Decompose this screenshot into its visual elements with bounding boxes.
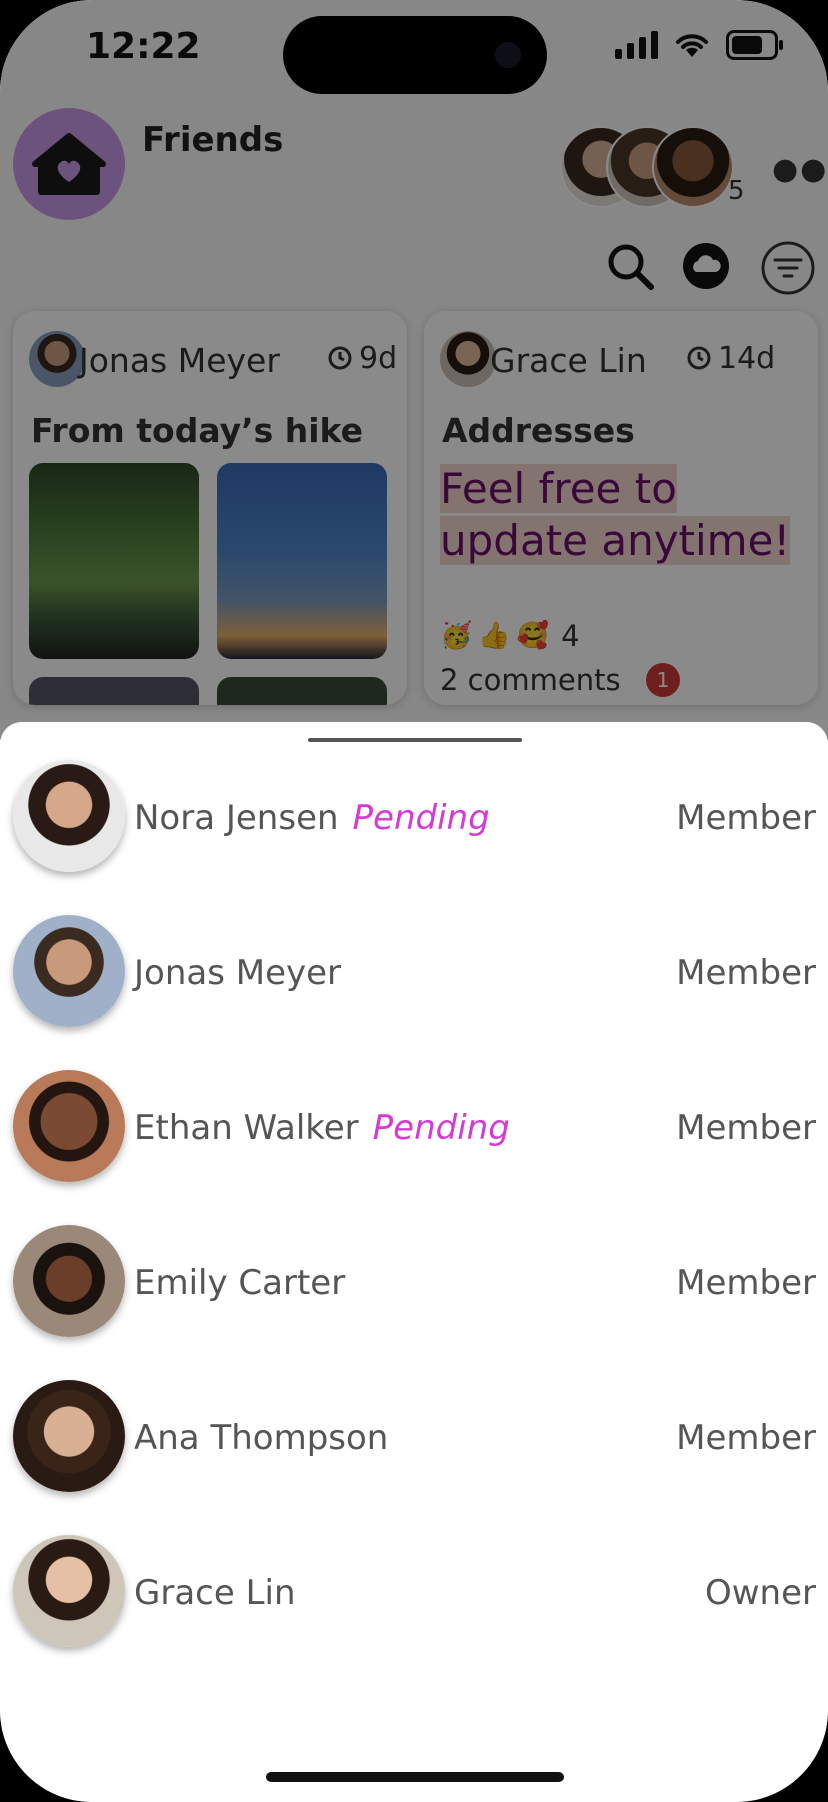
members-sheet: Nora Jensen Pending Member Jonas Meyer Me… [0,722,828,1802]
member-name: Grace Lin [134,1573,296,1613]
member-role: Member [676,1418,816,1458]
member-row[interactable]: Nora Jensen Pending Member [0,722,828,872]
pending-label: Pending [372,1108,510,1148]
avatar [13,1380,125,1492]
avatar [13,915,125,1027]
avatar [13,1535,125,1647]
member-name: Nora Jensen Pending [134,798,490,838]
member-name: Ana Thompson [134,1418,389,1458]
member-row[interactable]: Ana Thompson Member [0,1342,828,1492]
member-role: Member [676,1108,816,1148]
member-row[interactable]: Grace Lin Owner [0,1497,828,1647]
member-role: Member [676,953,816,993]
avatar [13,1070,125,1182]
member-name: Jonas Meyer [134,953,342,993]
home-indicator[interactable] [266,1772,564,1782]
member-row[interactable]: Jonas Meyer Member [0,877,828,1027]
member-role: Member [676,1263,816,1303]
avatar [13,1225,125,1337]
member-name: Emily Carter [134,1263,346,1303]
modal-overlay[interactable] [0,0,828,740]
member-row[interactable]: Emily Carter Member [0,1187,828,1337]
pending-label: Pending [352,798,490,838]
phone-screen: 12:22 Friends 5 ●● Jonas Meyer 9d From t… [0,0,828,1802]
member-name: Ethan Walker Pending [134,1108,510,1148]
avatar [13,760,125,872]
member-row[interactable]: Ethan Walker Pending Member [0,1032,828,1182]
member-role: Owner [704,1573,816,1613]
member-role: Member [676,798,816,838]
